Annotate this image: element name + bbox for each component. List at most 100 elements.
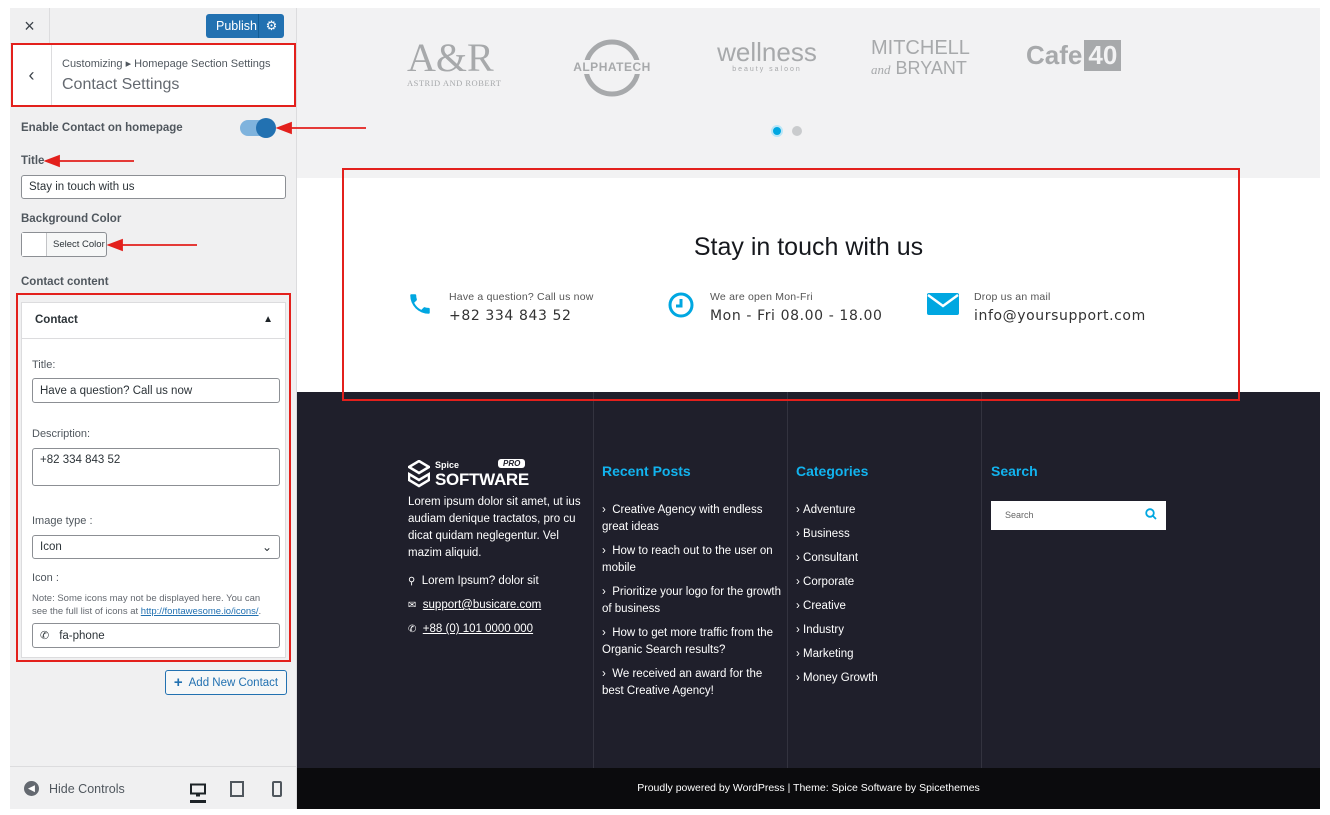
gear-icon[interactable]: ⚙ <box>258 14 284 38</box>
add-new-contact-label: Add New Contact <box>188 676 279 689</box>
phone-icon <box>405 291 435 321</box>
logo-astrid-robert: A&R ASTRID AND ROBERT <box>407 35 502 89</box>
repeater-title-label: Title: <box>32 359 56 371</box>
recent-post-link[interactable]: › Creative Agency with endless great ide… <box>602 502 780 536</box>
repeater-title-input[interactable]: Have a question? Call us now <box>32 378 280 403</box>
search-placeholder: Search <box>1005 510 1034 520</box>
title-input[interactable]: Stay in touch with us <box>21 175 286 199</box>
category-link[interactable]: › Industry <box>796 622 844 639</box>
image-type-label: Image type : <box>32 515 93 527</box>
chevron-down-icon: ⌄ <box>261 540 272 554</box>
contact-item-title: Drop us an mail <box>974 291 1051 303</box>
contact-item: Drop us an mail info@yoursupport.com <box>926 291 1146 324</box>
category-link[interactable]: › Creative <box>796 598 846 615</box>
footer-about-text: Lorem ipsum dolor sit amet, ut ius audia… <box>408 496 581 559</box>
footer-divider <box>981 392 982 768</box>
categories-heading: Categories <box>796 463 869 479</box>
envelope-icon: ✉ <box>408 600 417 611</box>
contact-item: Have a question? Call us now +82 334 843… <box>405 291 594 324</box>
category-link[interactable]: › Business <box>796 526 850 543</box>
icon-input-value: fa-phone <box>59 629 105 642</box>
client-logos-section: A&R ASTRID AND ROBERT ALPHATECH wellness… <box>297 8 1320 178</box>
carousel-dot-active[interactable] <box>771 125 783 137</box>
envelope-icon <box>926 291 960 321</box>
breadcrumb: Customizing ▸ Homepage Section Settings <box>62 58 271 70</box>
contact-content-label: Contact content <box>21 276 109 288</box>
contact-repeater-item: Contact ▲ Title: Have a question? Call u… <box>21 302 286 658</box>
image-type-select[interactable]: Icon ⌄ <box>32 535 280 559</box>
customizer-sidebar: × Publish ⚙ ‹ Customizing ▸ Homepage Sec… <box>10 8 297 809</box>
site-footer: Spice PRO SOFTWARE Lorem ipsum dolor sit… <box>297 392 1320 768</box>
carousel-dot[interactable] <box>792 126 802 136</box>
search-icon[interactable] <box>1145 508 1157 523</box>
caret-up-icon[interactable]: ▲ <box>263 314 273 325</box>
logo-wellness: wellness beauty saloon <box>717 37 817 73</box>
category-link[interactable]: › Consultant <box>796 550 858 567</box>
contact-item: We are open Mon-Fri Mon - Fri 08.00 - 18… <box>666 291 883 324</box>
contact-item-value: +82 334 843 52 <box>449 308 572 324</box>
recent-posts-heading: Recent Posts <box>602 463 691 479</box>
contact-item-title: Have a question? Call us now <box>449 291 594 303</box>
customizer-footer: ◀ Hide Controls <box>10 766 296 809</box>
background-color-label: Background Color <box>21 213 122 225</box>
icon-label: Icon : <box>32 572 59 584</box>
recent-post-link[interactable]: › We received an award for the best Crea… <box>602 666 772 700</box>
description-textarea[interactable]: +82 334 843 52 <box>32 448 280 486</box>
phone-icon: ✆ <box>408 624 417 635</box>
select-color-label: Select Color <box>53 239 105 250</box>
enable-contact-label: Enable Contact on homepage <box>21 122 183 134</box>
icon-note: Note: Some icons may not be displayed he… <box>32 593 262 617</box>
publish-label: Publish <box>216 19 257 33</box>
recent-post-link[interactable]: › How to get more traffic from the Organ… <box>602 625 780 659</box>
color-swatch <box>22 233 47 256</box>
repeater-item-header[interactable]: Contact ▲ <box>22 303 285 339</box>
plus-icon: + <box>173 674 183 691</box>
collapse-icon: ◀ <box>24 781 39 796</box>
description-label: Description: <box>32 428 91 440</box>
recent-post-link[interactable]: › How to reach out to the user on mobile <box>602 543 780 577</box>
footer-phone[interactable]: ✆ +88 (0) 101 0000 000 <box>408 621 533 638</box>
fontawesome-link[interactable]: http://fontawesome.io/icons/ <box>141 606 259 617</box>
logo-alphatech: ALPHATECH <box>559 38 665 98</box>
category-link[interactable]: › Marketing <box>796 646 854 663</box>
add-new-contact-button[interactable]: + Add New Contact <box>165 670 287 695</box>
category-link[interactable]: › Corporate <box>796 574 854 591</box>
back-button[interactable]: ‹ <box>12 44 52 106</box>
copyright-bar: Proudly powered by WordPress | Theme: Sp… <box>297 768 1320 809</box>
category-link[interactable]: › Adventure <box>796 502 855 519</box>
chevron-left-icon: ‹ <box>28 64 35 85</box>
footer-search-input[interactable]: Search <box>991 501 1166 530</box>
contact-item-value: info@yoursupport.com <box>974 308 1146 324</box>
hide-controls-button[interactable]: ◀ Hide Controls <box>24 781 125 796</box>
icon-input[interactable]: ✆ fa-phone <box>32 623 280 648</box>
phone-icon: ✆ <box>40 630 50 642</box>
logo-cafe40: Cafe 40 <box>1026 40 1122 71</box>
contact-title: Stay in touch with us <box>693 233 924 261</box>
clock-icon <box>666 291 696 321</box>
publish-button[interactable]: Publish ⚙ <box>206 14 284 38</box>
mobile-preview-icon[interactable] <box>269 781 285 797</box>
contact-item-title: We are open Mon-Fri <box>710 291 813 303</box>
customizer-header: × Publish ⚙ <box>10 8 296 44</box>
close-icon: × <box>24 15 35 36</box>
logo-mitchell-bryant: MITCHELL and BRYANT <box>871 37 970 78</box>
site-preview: A&R ASTRID AND ROBERT ALPHATECH wellness… <box>297 8 1320 809</box>
select-color-button[interactable]: Select Color <box>21 232 107 257</box>
section-header: ‹ Customizing ▸ Homepage Section Setting… <box>12 44 296 106</box>
recent-post-link[interactable]: › Prioritize your logo for the growth of… <box>602 584 782 618</box>
close-customizer-button[interactable]: × <box>10 8 50 44</box>
tablet-preview-icon[interactable] <box>229 781 245 797</box>
category-link[interactable]: › Money Growth <box>796 670 878 687</box>
toggle-knob <box>256 118 276 138</box>
section-title: Contact Settings <box>62 76 180 93</box>
search-heading: Search <box>991 463 1038 479</box>
hide-controls-label: Hide Controls <box>49 781 125 796</box>
footer-divider <box>787 392 788 768</box>
footer-logo[interactable]: Spice PRO SOFTWARE <box>408 459 533 491</box>
desktop-preview-icon[interactable] <box>190 781 206 803</box>
contact-section: Stay in touch with us Have a question? C… <box>297 178 1320 392</box>
enable-contact-toggle[interactable] <box>240 118 276 138</box>
contact-item-value: Mon - Fri 08.00 - 18.00 <box>710 308 883 324</box>
location-icon: ⚲ <box>408 576 416 587</box>
footer-email[interactable]: ✉ support@busicare.com <box>408 597 541 614</box>
